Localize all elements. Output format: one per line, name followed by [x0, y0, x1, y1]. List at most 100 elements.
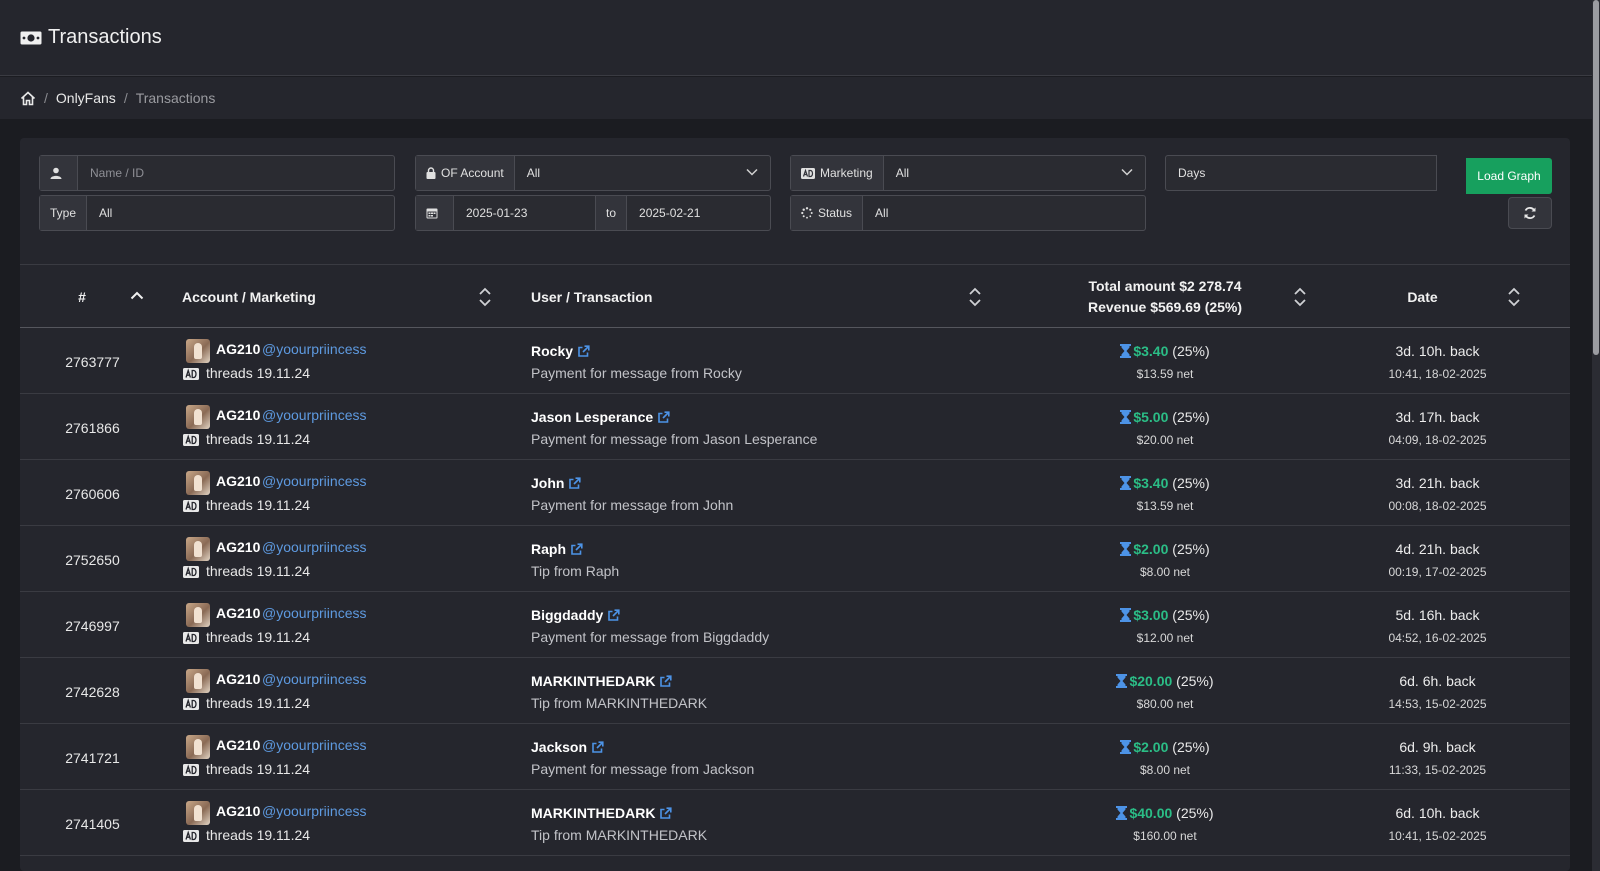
refresh-button[interactable]: [1508, 197, 1552, 229]
external-link-icon[interactable]: [657, 410, 670, 424]
sort-icon[interactable]: [1293, 287, 1307, 307]
hourglass-icon: [1120, 740, 1132, 754]
hourglass-icon: [1120, 344, 1132, 358]
external-link-icon[interactable]: [577, 344, 590, 358]
column-date[interactable]: Date: [1320, 265, 1525, 329]
column-user-transaction[interactable]: User / Transaction: [531, 265, 652, 329]
name-filter: Name / ID: [39, 155, 395, 191]
load-graph-button[interactable]: Load Graph: [1466, 158, 1552, 194]
transaction-id: 2761866: [65, 420, 120, 436]
transaction-amount: $5.00 (25%): [1020, 409, 1310, 425]
amount-value: $2.00: [1133, 541, 1169, 557]
hourglass-icon: [1116, 674, 1128, 688]
sort-icon[interactable]: [968, 287, 982, 307]
account-name[interactable]: AG210: [216, 605, 260, 621]
account-name[interactable]: AG210: [216, 407, 260, 423]
table-row[interactable]: 2742628 AG210 @yoourpriincess threads 19…: [20, 658, 1570, 724]
marketing-label: Marketing: [820, 166, 873, 180]
account-name[interactable]: AG210: [216, 539, 260, 555]
account-handle[interactable]: @yoourpriincess: [262, 341, 366, 357]
sort-icon[interactable]: [1507, 287, 1521, 307]
account-handle[interactable]: @yoourpriincess: [262, 803, 366, 819]
account-handle[interactable]: @yoourpriincess: [262, 473, 366, 489]
days-input[interactable]: Days: [1166, 156, 1436, 190]
table-row[interactable]: 2741405 AG210 @yoourpriincess threads 19…: [20, 790, 1570, 856]
account-name[interactable]: AG210: [216, 671, 260, 687]
breadcrumb-separator: /: [123, 90, 128, 106]
account-name[interactable]: AG210: [216, 341, 260, 357]
user-link[interactable]: Biggdaddy: [531, 607, 620, 623]
ad-icon: [183, 632, 199, 644]
account-handle[interactable]: @yoourpriincess: [262, 737, 366, 753]
column-total-amount[interactable]: Total amount $2 278.74 Revenue $569.69 (…: [1020, 265, 1310, 329]
marketing-select[interactable]: All: [884, 156, 1145, 190]
name-id-input[interactable]: Name / ID: [78, 156, 394, 190]
transaction-amount: $20.00 (25%): [1020, 673, 1310, 689]
amount-value: $3.00: [1133, 607, 1169, 623]
hourglass-icon: [1120, 410, 1132, 424]
ad-icon: [183, 566, 199, 578]
table-row[interactable]: 2761866 AG210 @yoourpriincess threads 19…: [20, 394, 1570, 460]
timestamp: 11:33, 15-02-2025: [1388, 763, 1487, 777]
table-row[interactable]: 2752650 AG210 @yoourpriincess threads 19…: [20, 526, 1570, 592]
account-handle[interactable]: @yoourpriincess: [262, 407, 366, 423]
status-select[interactable]: All: [863, 196, 1145, 230]
breadcrumb-onlyfans[interactable]: OnlyFans: [56, 90, 116, 106]
scrollbar-thumb[interactable]: [1593, 0, 1599, 355]
account-handle[interactable]: @yoourpriincess: [262, 671, 366, 687]
time-ago: 6d. 10h. back: [1395, 805, 1480, 821]
of-account-select[interactable]: All: [515, 156, 770, 190]
transaction-description: Tip from Raph: [531, 563, 620, 579]
account-name[interactable]: AG210: [216, 737, 260, 753]
hourglass-icon: [1120, 542, 1132, 556]
sort-asc-icon[interactable]: [130, 291, 144, 300]
timestamp: 14:53, 15-02-2025: [1388, 697, 1487, 711]
breadcrumb-separator: /: [44, 90, 48, 106]
external-link-icon[interactable]: [568, 476, 582, 490]
ad-icon: [183, 368, 199, 380]
sort-icon[interactable]: [478, 287, 492, 307]
external-link-icon[interactable]: [659, 674, 673, 688]
ad-icon: [183, 830, 199, 842]
external-link-icon[interactable]: [570, 542, 583, 556]
amount-percent: (25%): [1172, 475, 1210, 491]
account-name[interactable]: AG210: [216, 803, 260, 819]
table-row[interactable]: 2763777 AG210 @yoourpriincess threads 19…: [20, 328, 1570, 394]
table-row[interactable]: 2746997 AG210 @yoourpriincess threads 19…: [20, 592, 1570, 658]
date-to-input[interactable]: 2025-02-21: [627, 196, 770, 230]
ad-icon: [183, 500, 199, 512]
avatar: [186, 603, 210, 627]
page-scrollbar[interactable]: [1592, 0, 1600, 871]
account-handle[interactable]: @yoourpriincess: [262, 605, 366, 621]
ad-icon: [183, 698, 199, 710]
external-link-icon[interactable]: [607, 608, 620, 622]
column-id[interactable]: #: [20, 265, 144, 329]
account-handle[interactable]: @yoourpriincess: [262, 539, 366, 555]
user-link[interactable]: MARKINTHEDARK: [531, 673, 673, 689]
status-addon: Status: [791, 196, 864, 230]
of-account-label: OF Account: [441, 166, 504, 180]
table-row[interactable]: 2741721 AG210 @yoourpriincess threads 19…: [20, 724, 1570, 790]
home-icon[interactable]: [20, 90, 36, 106]
net-amount: $8.00 net: [1139, 565, 1191, 579]
date-to-label: to: [596, 196, 628, 230]
type-select[interactable]: All: [87, 196, 394, 230]
external-link-icon[interactable]: [591, 740, 604, 754]
user-link[interactable]: Jackson: [531, 739, 604, 755]
transaction-amount: $3.40 (25%): [1020, 475, 1310, 491]
timestamp: 00:08, 18-02-2025: [1388, 499, 1487, 513]
user-link[interactable]: Raph: [531, 541, 583, 557]
user-link[interactable]: Rocky: [531, 343, 590, 359]
user-link[interactable]: MARKINTHEDARK: [531, 805, 673, 821]
table-row[interactable]: 2760606 AG210 @yoourpriincess threads 19…: [20, 460, 1570, 526]
avatar: [186, 669, 210, 693]
date-from-input[interactable]: 2025-01-23: [454, 196, 596, 230]
account-name[interactable]: AG210: [216, 473, 260, 489]
user-name: MARKINTHEDARK: [531, 673, 656, 689]
user-link[interactable]: John: [531, 475, 582, 491]
column-account-marketing[interactable]: Account / Marketing: [182, 265, 316, 329]
user-link[interactable]: Jason Lesperance: [531, 409, 670, 425]
amount-percent: (25%): [1172, 541, 1210, 557]
user-name: Biggdaddy: [531, 607, 604, 623]
external-link-icon[interactable]: [659, 806, 673, 820]
